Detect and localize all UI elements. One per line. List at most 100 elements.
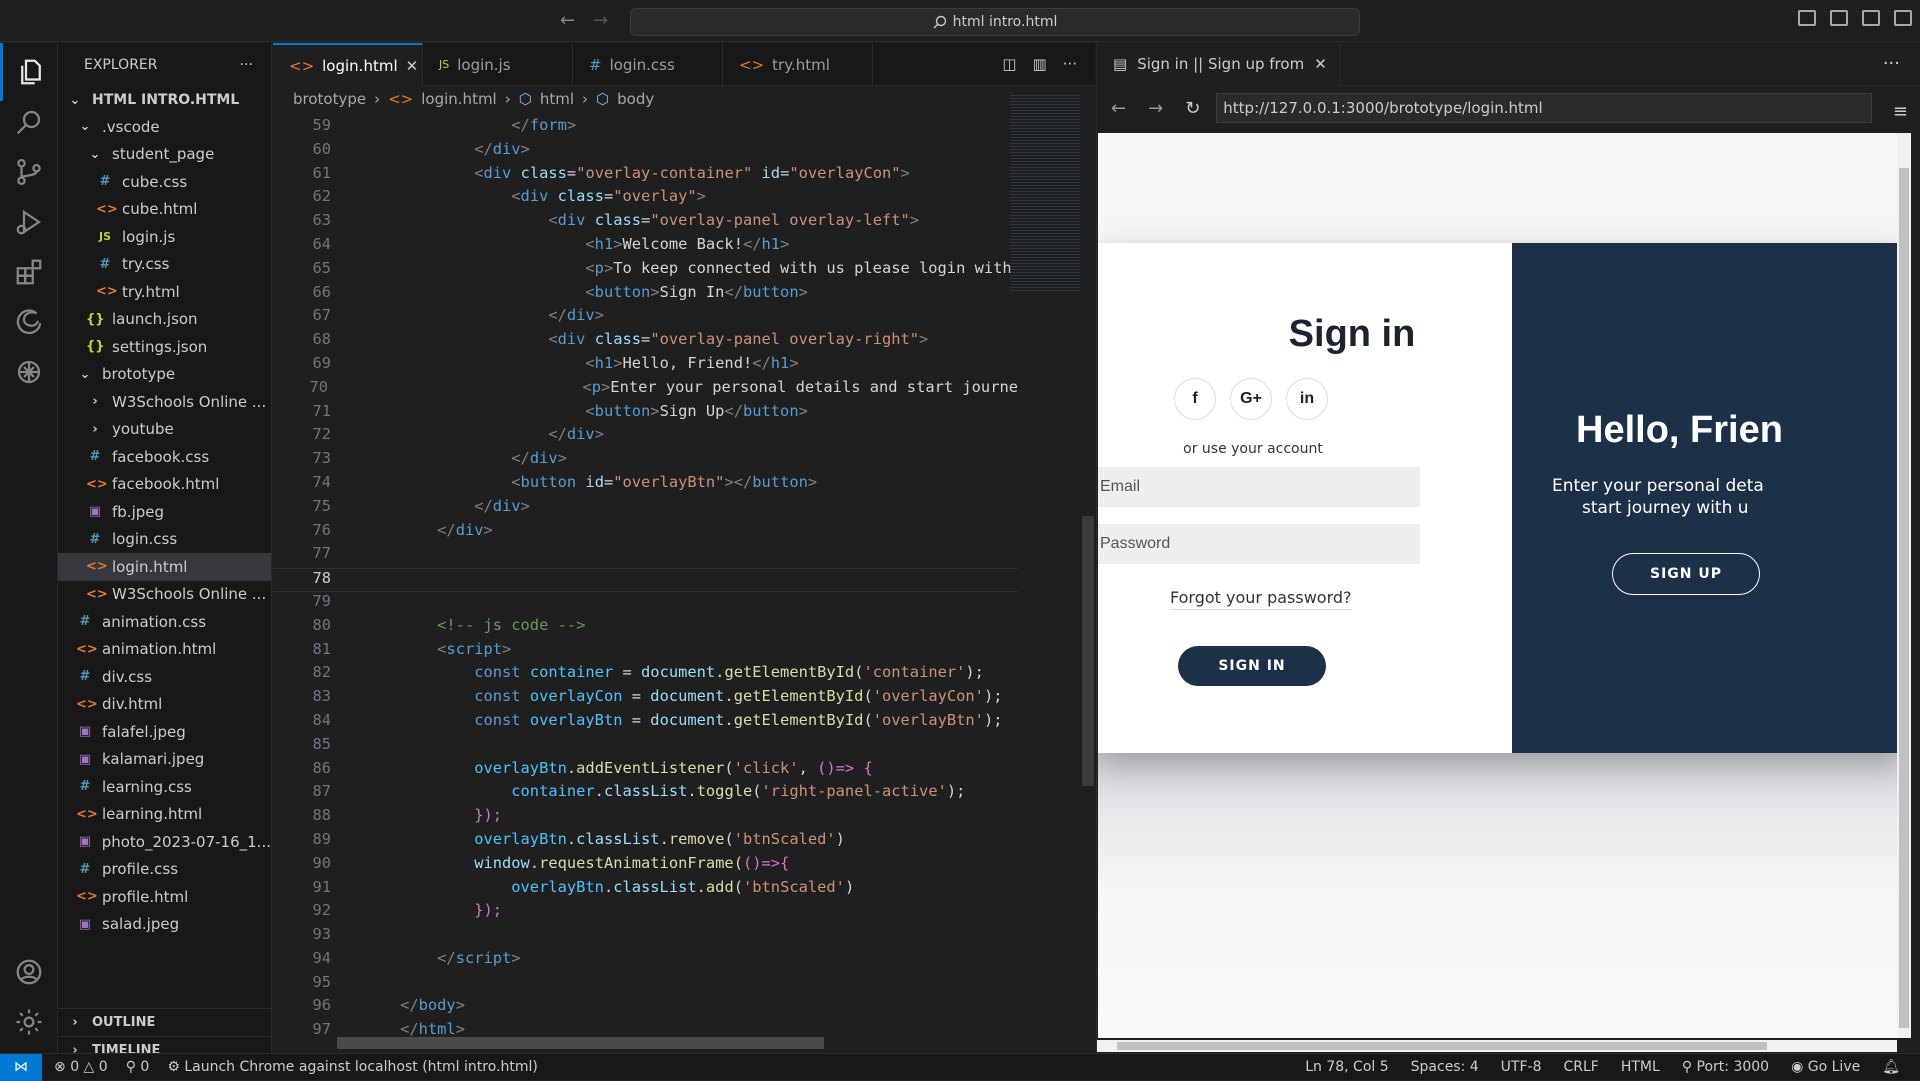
code-token: </ xyxy=(400,1020,419,1039)
workspace-root[interactable]: ⌄ HTML INTRO.HTML xyxy=(58,87,271,113)
browser-forward-icon[interactable]: → xyxy=(1148,98,1163,119)
encoding[interactable]: UTF-8 xyxy=(1501,1059,1542,1075)
tree-item[interactable]: › W3Schools Online ... xyxy=(58,388,271,416)
tree-item[interactable]: <> cube.html xyxy=(58,196,271,224)
tree-item[interactable]: ▣ fb.jpeg xyxy=(58,498,271,526)
split-editor-icon[interactable]: ▥ xyxy=(1033,55,1047,73)
tab-login-html[interactable]: <> login.html ✕ xyxy=(273,43,423,86)
notifications-bell-icon[interactable]: 🔔︎ xyxy=(1882,1059,1900,1075)
tree-item[interactable]: <> facebook.html xyxy=(58,471,271,499)
browser-menu-icon[interactable]: ≡ xyxy=(1893,101,1908,122)
linkedin-icon[interactable]: in xyxy=(1286,378,1328,420)
port-status[interactable]: ⚲ Port: 3000 xyxy=(1682,1059,1769,1075)
code-area[interactable]: 59 </form> 60 </div> 61 <div class="overla… xyxy=(273,116,1018,1041)
password-field[interactable]: Password xyxy=(1098,524,1420,564)
browser-more-icon[interactable]: ··· xyxy=(1883,53,1900,74)
tab-login-css[interactable]: # login.css xyxy=(573,43,723,86)
chatgpt-icon[interactable] xyxy=(0,343,58,401)
tree-item[interactable]: <> login.html xyxy=(58,553,271,581)
open-preview-icon[interactable]: ◫ xyxy=(1002,55,1016,73)
tree-item[interactable]: <> animation.html xyxy=(58,636,271,664)
tree-item[interactable]: # cube.css xyxy=(58,168,271,196)
remote-indicator-icon[interactable]: ⋈ xyxy=(0,1053,42,1081)
tab-try-html[interactable]: <> try.html xyxy=(723,43,873,86)
tree-item[interactable]: <> learning.html xyxy=(58,801,271,829)
editor-vertical-scrollbar[interactable] xyxy=(1082,516,1094,786)
language-mode[interactable]: HTML xyxy=(1621,1059,1660,1075)
tree-item[interactable]: <> try.html xyxy=(58,278,271,306)
tree-item[interactable]: JS login.js xyxy=(58,223,271,251)
page-vertical-scroll-thumb[interactable] xyxy=(1899,168,1909,1028)
breadcrumb-item[interactable]: brototype xyxy=(293,90,366,108)
reload-icon[interactable]: ↻ xyxy=(1185,98,1200,119)
tree-item[interactable]: # animation.css xyxy=(58,608,271,636)
forward-arrow-icon[interactable]: → xyxy=(593,10,608,31)
breadcrumb-item[interactable]: body xyxy=(617,90,654,108)
command-center-search[interactable]: html intro.html xyxy=(630,8,1360,36)
indentation[interactable]: Spaces: 4 xyxy=(1411,1059,1479,1075)
tree-item[interactable]: <> div.html xyxy=(58,691,271,719)
tree-item[interactable]: ⌄ .vscode xyxy=(58,113,271,141)
explorer-more-icon[interactable]: ··· xyxy=(240,57,253,73)
timeline-section[interactable]: › TIMELINE xyxy=(58,1036,271,1053)
tree-item[interactable]: # try.css xyxy=(58,251,271,279)
line-number: 76 xyxy=(312,520,331,539)
tree-item[interactable]: ▣ kalamari.jpeg xyxy=(58,746,271,774)
tree-item[interactable]: ⌄ brototype xyxy=(58,361,271,389)
tree-item[interactable]: {} settings.json xyxy=(58,333,271,361)
tree-item[interactable]: ▣ photo_2023-07-16_1... xyxy=(58,828,271,856)
cursor-position[interactable]: Ln 78, Col 5 xyxy=(1305,1059,1388,1075)
launch-status[interactable]: ⚙ Launch Chrome against localhost (html … xyxy=(167,1059,537,1075)
ports-status[interactable]: ⚲ 0 xyxy=(126,1059,150,1075)
outline-section[interactable]: › OUTLINE xyxy=(58,1008,271,1036)
tree-item[interactable]: <> W3Schools Online ... xyxy=(58,581,271,609)
go-live-button[interactable]: ◉ Go Live xyxy=(1791,1059,1860,1075)
facebook-icon[interactable]: f xyxy=(1174,378,1216,420)
breadcrumb-item[interactable]: login.html xyxy=(421,90,496,108)
toggle-panel-icon[interactable] xyxy=(1830,10,1848,26)
page-horizontal-scrollbar[interactable] xyxy=(1097,1040,1897,1052)
end-of-line[interactable]: CRLF xyxy=(1563,1059,1598,1075)
tree-item[interactable]: › youtube xyxy=(58,416,271,444)
google-plus-icon[interactable]: G+ xyxy=(1230,378,1272,420)
tree-item[interactable]: <> profile.html xyxy=(58,883,271,911)
more-actions-icon[interactable]: ··· xyxy=(1063,55,1077,73)
tree-item[interactable]: # profile.css xyxy=(58,856,271,884)
toggle-secondary-sidebar-icon[interactable] xyxy=(1862,10,1880,26)
breadcrumb-item[interactable]: html xyxy=(540,90,574,108)
forgot-password-link[interactable]: Forgot your password? xyxy=(1170,588,1352,610)
browser-back-icon[interactable]: ← xyxy=(1111,98,1126,119)
problems-status[interactable]: ⊗ 0 △ 0 xyxy=(54,1059,108,1075)
tree-item[interactable]: {} launch.json xyxy=(58,306,271,334)
signin-heading: Sign in xyxy=(1288,313,1416,355)
tree-item[interactable]: # learning.css xyxy=(58,773,271,801)
url-input[interactable]: http://127.0.0.1:3000/brototype/login.ht… xyxy=(1216,93,1873,123)
email-field[interactable]: Email xyxy=(1098,467,1420,507)
line-content xyxy=(331,544,363,568)
tree-item[interactable]: # div.css xyxy=(58,663,271,691)
close-icon[interactable]: ✕ xyxy=(1314,55,1327,73)
browser-tab[interactable]: ▤ Sign in || Sign up from ✕ xyxy=(1097,42,1340,86)
tree-item[interactable]: ▣ salad.jpeg xyxy=(58,911,271,939)
tree-item-label: photo_2023-07-16_1... xyxy=(101,832,271,851)
tree-item[interactable]: # login.css xyxy=(58,526,271,554)
back-arrow-icon[interactable]: ← xyxy=(560,10,575,31)
page-horizontal-scroll-thumb[interactable] xyxy=(1117,1042,1767,1050)
customize-layout-icon[interactable] xyxy=(1894,10,1912,26)
tab-login-js[interactable]: JS login.js xyxy=(423,43,573,86)
page-vertical-scrollbar[interactable] xyxy=(1897,133,1911,1038)
signin-button[interactable]: SIGN IN xyxy=(1178,646,1326,686)
tree-item[interactable]: ▣ falafel.jpeg xyxy=(58,718,271,746)
settings-gear-icon[interactable] xyxy=(0,993,58,1051)
close-icon[interactable]: ✕ xyxy=(406,57,419,75)
signup-button[interactable]: SIGN UP xyxy=(1612,553,1760,595)
signup-description-line1: Enter your personal deta xyxy=(1552,476,1764,496)
code-token: "overlayCon" xyxy=(789,163,901,182)
editor-horizontal-scrollbar[interactable] xyxy=(337,1037,824,1049)
toggle-primary-sidebar-icon[interactable] xyxy=(1798,10,1816,26)
minimap[interactable] xyxy=(1010,93,1080,293)
tree-item[interactable]: # facebook.css xyxy=(58,443,271,471)
tree-item[interactable]: ⌄ student_page xyxy=(58,141,271,169)
